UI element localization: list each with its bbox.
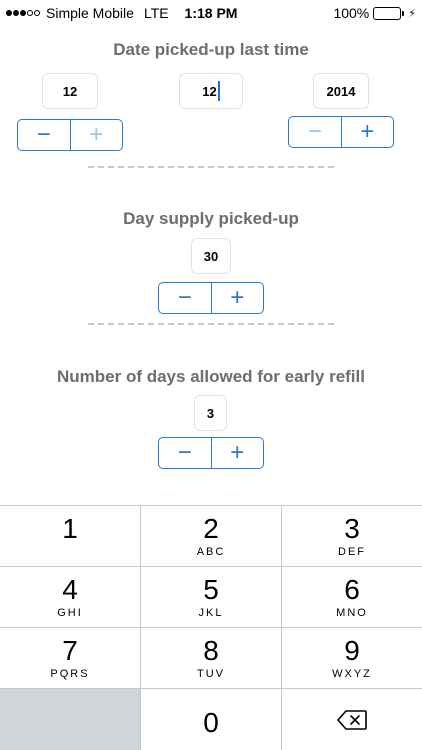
refill-stepper[interactable]: − + [158,437,264,469]
supply-section-title: Day supply picked-up [123,209,299,228]
key-digit: 3 [344,512,360,544]
key-digit: 1 [62,512,78,544]
key-letters: MNO [336,606,368,619]
day-value: 12 [202,83,217,99]
supply-value: 30 [203,248,219,264]
numeric-keypad: 1 2 ABC 3 DEF 4 GHI 5 JKL 6 MNO 7 PQRS 8 TUV 9W… [0,505,422,750]
text-cursor [217,81,220,101]
status-right: 100% ⚡ [333,5,416,21]
key-8[interactable]: 8 TUV [141,628,282,688]
status-bar: Simple Mobile LTE 1:18 PM 100% ⚡ [0,0,422,26]
supply-stepper[interactable]: − + [158,282,264,314]
key-digit: 8 [203,634,219,666]
year-increment-button[interactable]: + [342,117,394,147]
key-digit: 5 [203,573,219,605]
key-digit: 7 [62,634,78,666]
refill-increment-button[interactable]: + [212,438,264,468]
key-letters: PQRS [50,667,90,680]
keypad-row: 4 GHI 5 JKL 6 MNO [0,567,422,628]
supply-decrement-button[interactable]: − [159,283,212,313]
backspace-icon [337,710,367,730]
month-decrement-button[interactable]: − [18,120,71,150]
refill-field[interactable]: 3 [194,395,227,431]
refill-value: 3 [206,405,215,421]
month-increment-button[interactable]: + [71,120,123,150]
key-9[interactable]: 9 WXYZ [282,628,422,688]
key-digit: 2 [203,512,219,544]
key-1[interactable]: 1 [0,506,141,566]
keypad-row: 7 PQRS 8 TUV 9 WXYZ [0,628,422,689]
month-stepper[interactable]: − + [17,119,123,151]
year-value: 2014 [326,83,356,99]
key-4[interactable]: 4 GHI [0,567,141,627]
day-field[interactable]: 12 [179,73,243,109]
key-digit: 0 [203,707,219,738]
key-letters: WXYZ [332,667,372,680]
year-decrement-button[interactable]: − [289,117,342,147]
year-stepper[interactable]: − + [288,116,394,148]
key-digit: 6 [344,573,360,605]
key-letters: ABC [196,545,226,558]
supply-increment-button[interactable]: + [212,283,264,313]
month-value: 12 [62,83,78,99]
key-letters: JKL [198,606,224,619]
key-2[interactable]: 2 ABC [141,506,282,566]
key-digit: 9 [344,634,360,666]
charging-icon: ⚡ [408,7,416,20]
key-blank [0,689,141,750]
section-divider [88,166,334,168]
key-3[interactable]: 3 DEF [282,506,422,566]
key-delete[interactable] [282,689,422,750]
key-digit: 4 [62,573,78,605]
keypad-row: 0 [0,689,422,750]
key-5[interactable]: 5 JKL [141,567,282,627]
year-field[interactable]: 2014 [313,73,369,109]
key-6[interactable]: 6 MNO [282,567,422,627]
refill-section-title: Number of days allowed for early refill [57,367,365,386]
key-0[interactable]: 0 [141,689,282,750]
month-field[interactable]: 12 [42,73,98,109]
keypad-row: 1 2 ABC 3 DEF [0,506,422,567]
screen: Simple Mobile LTE 1:18 PM 100% ⚡ Date pi… [0,0,422,750]
section-divider [88,323,334,325]
battery-icon [373,6,405,20]
key-letters: GHI [57,606,83,619]
battery-percent: 100% [333,5,370,21]
supply-field[interactable]: 30 [191,238,231,274]
date-section-title: Date picked-up last time [113,40,309,59]
refill-decrement-button[interactable]: − [159,438,212,468]
key-letters: TUV [197,667,225,680]
key-7[interactable]: 7 PQRS [0,628,141,688]
key-letters: DEF [338,545,366,558]
